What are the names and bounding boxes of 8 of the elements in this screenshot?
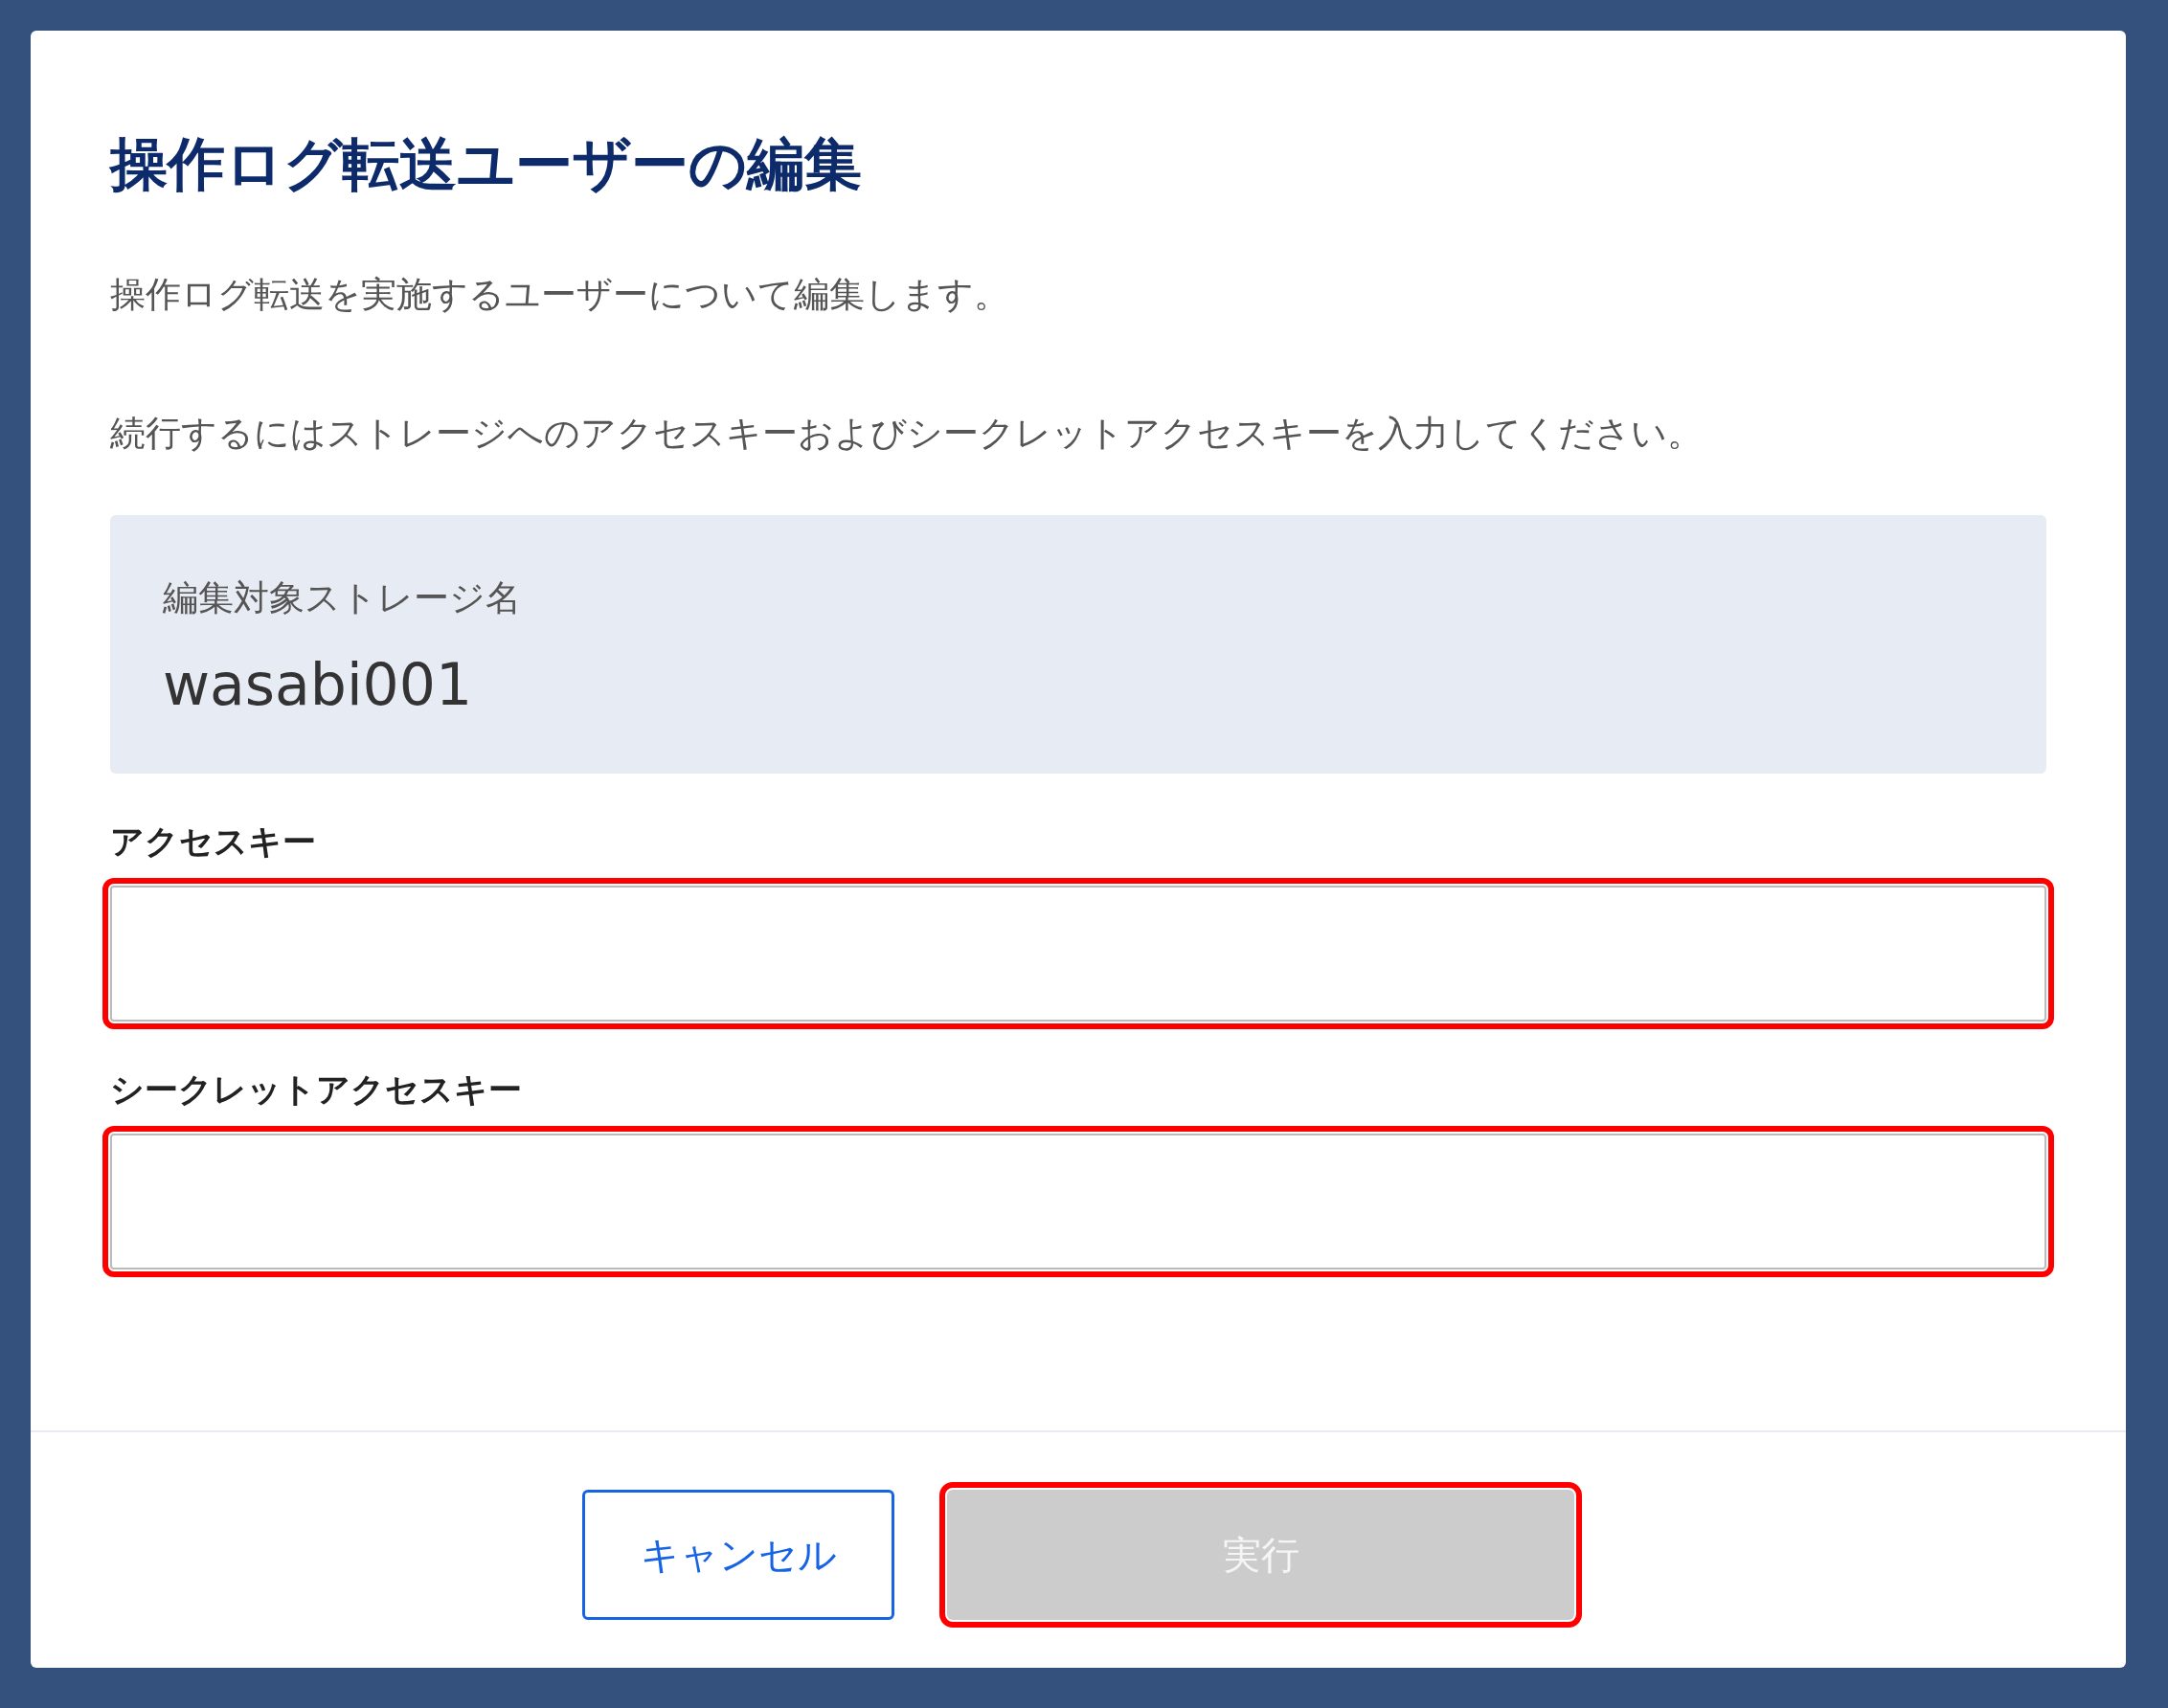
target-value: wasabi001 — [163, 651, 474, 718]
description-text: 操作ログ転送を実施するユーザーについて編集します。 — [110, 273, 1010, 317]
cancel-button[interactable]: キャンセル — [582, 1490, 894, 1620]
dialog-title: 操作ログ転送ユーザーの編集 — [110, 129, 863, 199]
field-label: シークレットアクセスキー — [110, 1069, 523, 1111]
field-label: アクセスキー — [110, 821, 317, 863]
description-text: 続行するにはストレージへのアクセスキーおよびシークレットアクセスキーを入力してください。 — [110, 412, 1704, 456]
target-label: 編集対象ストレージ名 — [163, 576, 522, 620]
